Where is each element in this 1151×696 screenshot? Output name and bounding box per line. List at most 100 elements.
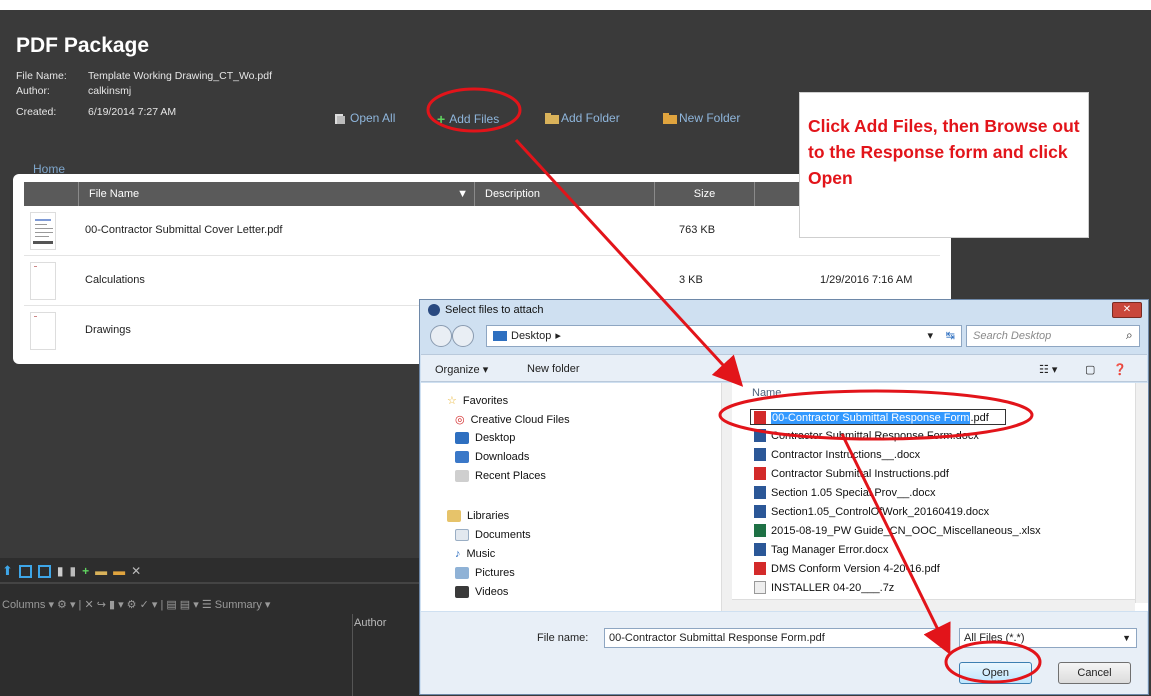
package-title: PDF Package	[16, 34, 150, 57]
file-type-select[interactable]: All Files (*.*) ▼	[959, 628, 1137, 648]
expand-icon[interactable]	[37, 564, 51, 578]
dialog-title: Select files to attach	[428, 304, 543, 316]
chevron-right-icon: ▸	[555, 330, 561, 342]
size-cell: 3 KB	[679, 274, 703, 286]
new-folder-button[interactable]: New Folder	[663, 111, 740, 125]
file-horizontal-scrollbar[interactable]	[732, 599, 1135, 611]
file-item-selected[interactable]: 00-Contractor Submittal Response Form.pd…	[754, 411, 989, 424]
back-button[interactable]	[430, 325, 452, 347]
list-item[interactable]: Tag Manager Error.docx	[754, 543, 888, 556]
add-icon[interactable]: +	[82, 564, 89, 578]
nav-favorites[interactable]: ☆ Favorites	[447, 394, 508, 408]
add-folder-icon	[545, 113, 559, 124]
nav-music[interactable]: ♪ Music	[455, 548, 495, 560]
list-item[interactable]: Contractor Submittal Instructions.pdf	[754, 467, 949, 480]
refresh-icon[interactable]: ↹	[946, 326, 955, 346]
pdf-thumbnail	[30, 212, 56, 250]
column-header-size[interactable]: Size	[655, 182, 755, 206]
file-name-cell: Drawings	[85, 324, 131, 336]
nav-downloads[interactable]: Downloads	[455, 451, 529, 463]
collapse-icon[interactable]	[18, 564, 32, 578]
instruction-text: Click Add Files, then Browse out to the …	[808, 116, 1080, 188]
column-header-description[interactable]: Description	[475, 182, 655, 206]
add-files-button[interactable]: + Add Files	[437, 111, 499, 127]
help-icon[interactable]: ❓	[1113, 363, 1127, 376]
nav-pictures[interactable]: Pictures	[455, 567, 515, 579]
file-name-meta: File Name: Template Working Drawing_CT_Wo…	[16, 70, 273, 82]
libraries-icon	[447, 510, 461, 522]
folder-icon[interactable]: ▮	[57, 564, 64, 578]
videos-icon	[455, 586, 469, 598]
new-folder-icon	[663, 113, 677, 124]
pdf-icon	[754, 562, 766, 575]
list-item[interactable]: Section1.05_ControlOfWork_20160419.docx	[754, 505, 989, 518]
folder-thumbnail	[30, 312, 56, 350]
open-all-icon	[334, 113, 346, 124]
open-button[interactable]: Open	[959, 662, 1032, 684]
recent-places-icon	[455, 470, 469, 482]
word-icon	[754, 448, 766, 461]
size-cell: 763 KB	[679, 224, 716, 236]
chevron-down-icon[interactable]: ▾	[927, 326, 933, 346]
new-folder-button[interactable]: New folder	[527, 363, 580, 375]
word-icon	[754, 486, 766, 499]
delete-icon[interactable]: ✕	[131, 564, 141, 578]
created-meta: Created: 6/19/2014 7:27 AM	[16, 106, 177, 118]
new-folder-icon[interactable]: ▬	[113, 564, 125, 578]
columns-toolbar[interactable]: Columns ▾ ⚙ ▾ | ✕ ↪ ▮ ▾ ⚙ ✓ ▾ | ▤ ▤ ▾ ☰ …	[2, 598, 270, 611]
list-item[interactable]: Contractor Instructions__.docx	[754, 448, 920, 461]
view-icon[interactable]: ☷ ▾	[1039, 363, 1057, 376]
pdf-icon	[754, 411, 766, 424]
list-item[interactable]: 2015-08-19_PW Guide_CN_OOC_Miscellaneous…	[754, 524, 1041, 537]
nav-libraries[interactable]: Libraries	[447, 510, 509, 522]
add-folder-button[interactable]: Add Folder	[545, 111, 620, 125]
word-icon	[754, 429, 766, 442]
plus-icon: +	[437, 111, 446, 127]
desktop-icon	[493, 331, 507, 341]
up-arrow-icon[interactable]: ⬆	[2, 563, 13, 579]
search-input[interactable]: Search Desktop	[966, 325, 1140, 347]
list-item[interactable]: INSTALLER 04-20___.7z	[754, 581, 894, 594]
save-icon[interactable]: ▮	[70, 564, 77, 578]
organize-button[interactable]: Organize ▾	[435, 363, 488, 376]
file-vertical-scrollbar[interactable]	[1135, 383, 1148, 603]
chevron-down-icon: ▼	[1122, 633, 1131, 643]
pdf-icon	[754, 467, 766, 480]
list-item[interactable]: DMS Conform Version 4-20-16.pdf	[754, 562, 940, 575]
preview-pane-icon[interactable]: ▢	[1085, 363, 1095, 376]
column-header-name[interactable]: Name	[752, 387, 781, 399]
bottom-toolbar: ⬆ ▮ ▮ + ▬ ▬ ✕ Columns ▾ ⚙ ▾ | ✕ ↪ ▮ ▾ ⚙ …	[0, 558, 420, 696]
search-icon[interactable]: ⌕	[1126, 328, 1133, 343]
address-row: Desktop ▸ ▾ ↹ Search Desktop ⌕	[426, 323, 1142, 347]
nav-documents[interactable]: Documents	[455, 529, 531, 541]
nav-creative-cloud[interactable]: ◎ Creative Cloud Files	[455, 413, 570, 427]
folder-thumbnail	[30, 262, 56, 300]
excel-icon	[754, 524, 766, 537]
select-files-dialog: Select files to attach ✕ Desktop ▸ ▾ ↹ S…	[419, 299, 1149, 695]
word-icon	[754, 505, 766, 518]
forward-button[interactable]	[452, 325, 474, 347]
column-header-file-name[interactable]: File Name ▼	[79, 182, 475, 206]
documents-icon	[455, 529, 469, 541]
instruction-callout: Click Add Files, then Browse out to the …	[799, 92, 1089, 238]
nav-desktop[interactable]: Desktop	[455, 432, 515, 444]
nav-recent-places[interactable]: Recent Places	[455, 470, 546, 482]
file-name-field[interactable]: 00-Contractor Submittal Response Form.pd…	[604, 628, 948, 648]
nav-videos[interactable]: Videos	[455, 586, 508, 598]
list-item[interactable]: Contractor Submittal Response Form.docx	[754, 429, 979, 442]
sort-down-icon[interactable]: ▼	[457, 182, 468, 206]
desktop-icon	[455, 432, 469, 444]
dialog-footer: File name: 00-Contractor Submittal Respo…	[421, 612, 1147, 694]
open-all-button[interactable]: Open All	[334, 111, 395, 125]
date-cell: 1/29/2016 7:16 AM	[820, 274, 913, 286]
acrobat-icon	[428, 304, 440, 316]
star-icon: ☆	[447, 395, 457, 407]
add-folder-icon[interactable]: ▬	[95, 564, 107, 578]
creative-cloud-icon: ◎	[455, 414, 465, 426]
close-button[interactable]: ✕	[1112, 302, 1142, 318]
address-bar[interactable]: Desktop ▸ ▾ ↹	[486, 325, 962, 347]
cancel-button[interactable]: Cancel	[1058, 662, 1131, 684]
navigation-pane: ☆ Favorites ◎ Creative Cloud Files Desktop…	[421, 383, 733, 611]
list-item[interactable]: Section 1.05 Special Prov__.docx	[754, 486, 936, 499]
column-header-author[interactable]: Author	[354, 617, 386, 629]
